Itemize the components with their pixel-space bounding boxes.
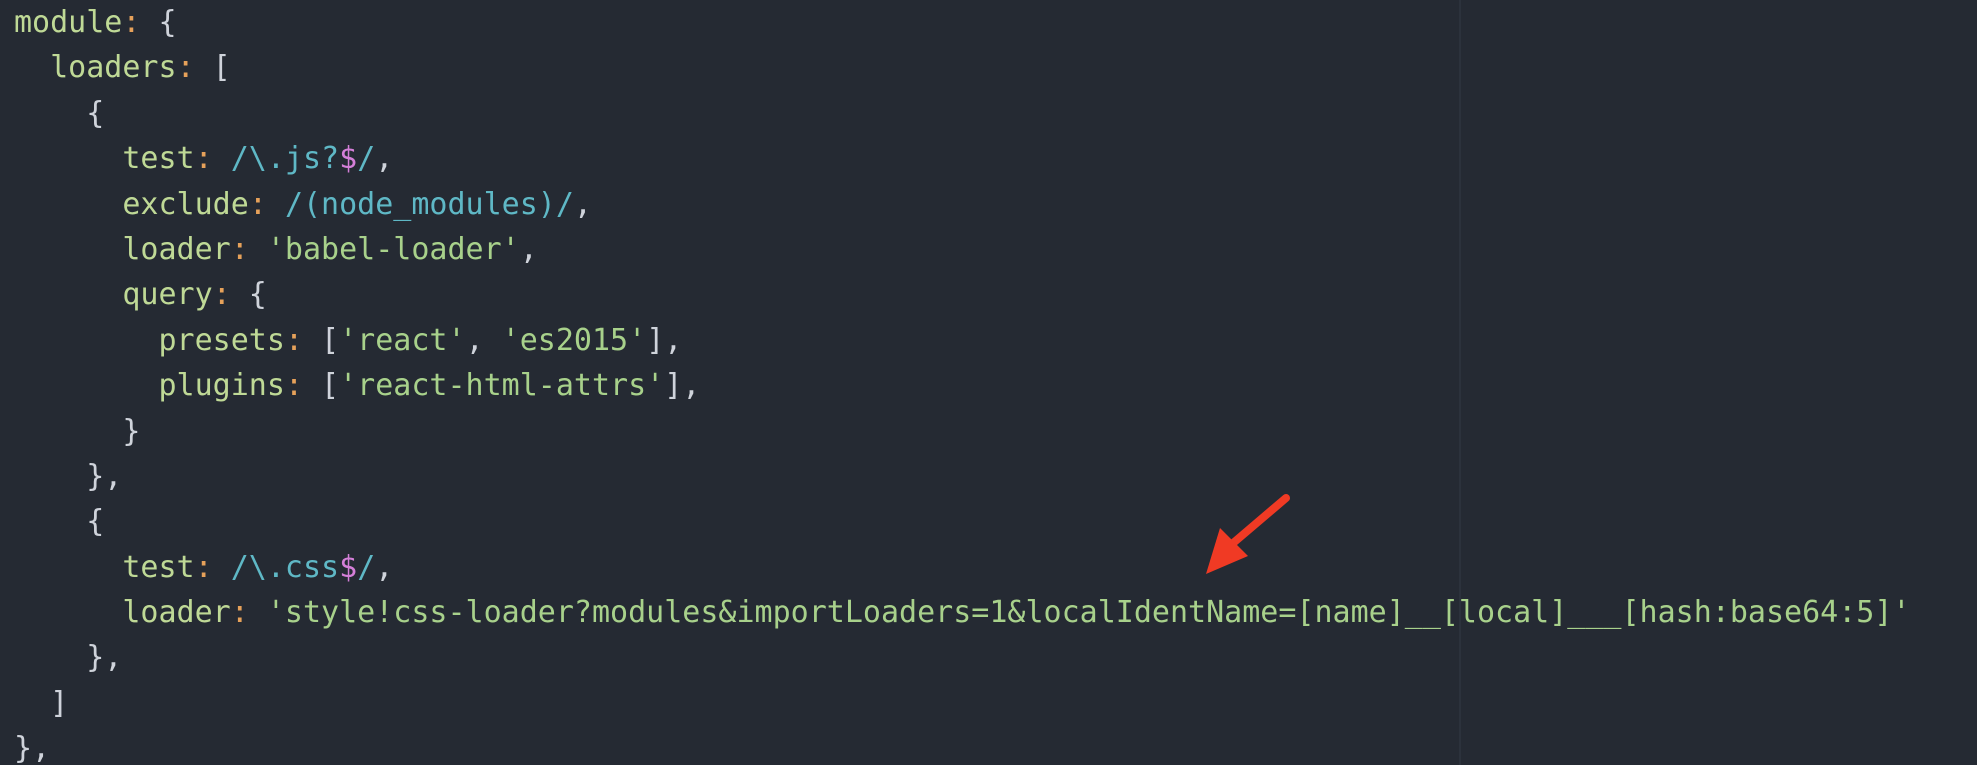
punctuation: , [465, 322, 502, 358]
property-key: loader [122, 595, 231, 631]
string-literal: 'style!css-loader?modules&importLoaders=… [266, 595, 1911, 631]
property-key: loaders [50, 50, 177, 86]
property-key: query [122, 277, 213, 313]
regex: / [357, 549, 376, 585]
code-line: }, [14, 454, 1910, 499]
punctuation: [ [303, 368, 340, 404]
punctuation: , [375, 549, 394, 585]
punctuation: ], [664, 368, 701, 404]
colon: : [122, 5, 141, 40]
punctuation: ], [646, 322, 683, 358]
code-line: }, [14, 726, 1910, 765]
code-editor: module: { loaders: [ { test: /\.js?$/, e… [0, 0, 1977, 765]
code-line: loader: 'babel-loader', [14, 227, 1910, 272]
punctuation: }, [86, 640, 123, 676]
punctuation: { [230, 277, 267, 313]
code-line: presets: ['react', 'es2015'], [14, 318, 1910, 363]
punctuation: , [375, 141, 394, 177]
string-literal: 'es2015' [501, 322, 647, 358]
punctuation: { [86, 504, 105, 540]
punctuation: { [86, 95, 105, 131]
code-line: } [14, 409, 1910, 454]
string-literal: 'react' [339, 322, 466, 358]
code-line: ] [14, 681, 1910, 726]
regex: / [357, 141, 376, 177]
code-line: test: /\.css$/, [14, 545, 1910, 590]
code-line: { [14, 91, 1910, 136]
property-key: plugins [158, 368, 285, 404]
colon: : [194, 141, 213, 177]
punctuation: ] [50, 685, 69, 721]
code-line: test: /\.js?$/, [14, 136, 1910, 181]
colon: : [176, 50, 195, 86]
colon: : [212, 277, 231, 313]
property-key: exclude [122, 186, 249, 222]
punctuation: }, [14, 731, 51, 765]
colon: : [284, 368, 303, 404]
code-line: loader: 'style!css-loader?modules&import… [14, 590, 1910, 635]
punctuation: } [122, 413, 141, 449]
punctuation: { [140, 5, 177, 40]
colon: : [230, 595, 249, 631]
punctuation: [ [303, 322, 340, 358]
colon: : [284, 322, 303, 358]
code-line: query: { [14, 272, 1910, 317]
property-key: test [122, 141, 195, 177]
punctuation: , [519, 231, 538, 267]
property-key: module [14, 5, 123, 40]
code-line: module: { [14, 0, 1910, 45]
string-literal: 'babel-loader' [266, 231, 520, 267]
regex: /(node_modules)/ [284, 186, 574, 222]
colon: : [194, 549, 213, 585]
regex: /\.css [230, 549, 340, 585]
code-line: exclude: /(node_modules)/, [14, 182, 1910, 227]
punctuation: , [573, 186, 592, 222]
arrow-shaft [1228, 494, 1290, 548]
colon: : [230, 231, 249, 267]
regex-anchor: $ [339, 141, 358, 177]
regex-anchor: $ [339, 549, 358, 585]
code-line: { [14, 499, 1910, 544]
code-line: }, [14, 635, 1910, 680]
property-key: presets [158, 322, 285, 358]
string-literal: 'react-html-attrs' [339, 368, 665, 404]
punctuation: [ [194, 50, 231, 86]
property-key: loader [122, 231, 231, 267]
property-key: test [122, 549, 195, 585]
red-arrow-icon [1206, 494, 1290, 574]
code-line: loaders: [ [14, 45, 1910, 90]
code-block[interactable]: module: { loaders: [ { test: /\.js?$/, e… [14, 0, 1910, 765]
code-line: plugins: ['react-html-attrs'], [14, 363, 1910, 408]
colon: : [248, 186, 267, 222]
punctuation: }, [86, 458, 123, 494]
regex: /\.js? [230, 141, 340, 177]
